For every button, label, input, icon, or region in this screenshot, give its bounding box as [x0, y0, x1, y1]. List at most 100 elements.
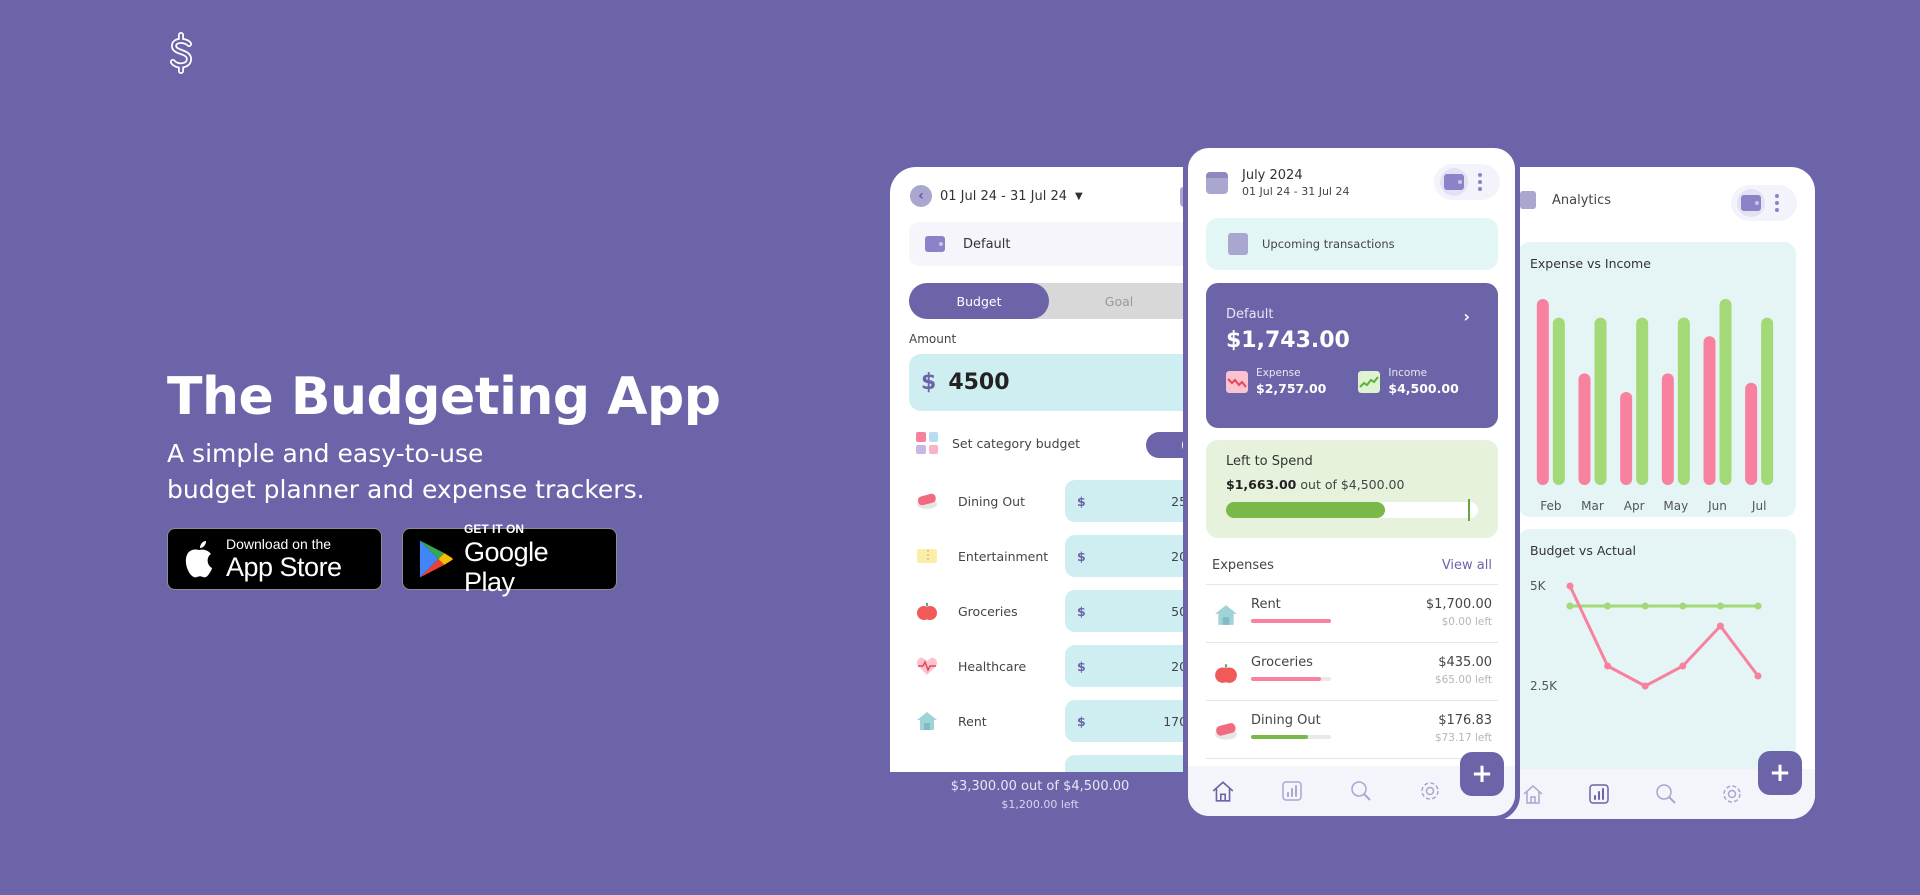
hero-subtitle: A simple and easy-to-use budget planner … [167, 436, 720, 508]
search-icon[interactable] [1654, 782, 1678, 806]
income-value: $4,500.00 [1388, 381, 1459, 396]
point-actual-apr [1641, 682, 1649, 690]
category-row: Groceries $500 [916, 590, 1190, 632]
income-summary: Income $4,500.00 [1358, 367, 1459, 396]
analytics-icon[interactable] [1280, 779, 1304, 803]
wallet-selector[interactable]: Default [909, 222, 1190, 266]
category-name: Dining Out [958, 493, 1025, 509]
category-grid-icon [916, 432, 938, 454]
dining-icon [917, 493, 937, 509]
add-button[interactable]: + [1460, 752, 1504, 796]
expense-progress-fill [1251, 677, 1321, 681]
income-trend-icon [1358, 370, 1381, 393]
category-amount-input[interactable]: $1700 [1065, 700, 1190, 742]
ticket-icon [917, 549, 937, 563]
expense-row[interactable]: Rent $1,700.00 $0.00 left [1206, 584, 1498, 642]
upcoming-label: Upcoming transactions [1262, 237, 1395, 251]
point-budget-feb [1566, 602, 1574, 610]
expense-vs-income-chart: Feb Mar Apr May Jun Jul [1536, 299, 1774, 513]
wallet-button[interactable] [1737, 189, 1765, 217]
back-chevron-icon[interactable]: ‹ [910, 185, 932, 207]
point-budget-may [1679, 602, 1687, 610]
hero: The Budgeting App A simple and easy-to-u… [167, 366, 721, 597]
wallet-summary-card[interactable]: Default $1,743.00 › Expense $2,757.00 In… [1206, 283, 1498, 428]
apple-icon [1215, 664, 1237, 683]
x-tick-label: May [1663, 499, 1688, 513]
heart-pulse-icon [916, 657, 938, 675]
point-actual-mar [1604, 662, 1612, 670]
bar-income-apr [1636, 317, 1649, 485]
home-icon[interactable] [1211, 779, 1235, 803]
bar-income-jul [1761, 317, 1774, 485]
bar-expense-jul [1745, 382, 1758, 485]
wallet-icon [925, 236, 945, 252]
date-range-selector[interactable]: ‹ 01 Jul 24 - 31 Jul 24 ▼ [910, 185, 1083, 207]
left-to-spend-card: Left to Spend $1,663.00 out of $4,500.00 [1206, 440, 1498, 538]
left-to-spend-progress [1226, 499, 1478, 521]
category-name: Healthcare [958, 658, 1027, 674]
category-row: Dining Out $250 [916, 480, 1190, 522]
category-amount-input[interactable]: $200 [1065, 645, 1190, 687]
x-tick-label: Feb [1540, 499, 1561, 513]
expense-row[interactable]: Dining Out $176.83 $73.17 left [1206, 700, 1498, 758]
category-amount-input[interactable]: $250 [1065, 480, 1190, 522]
analytics-screen: Analytics Expense vs Income Feb Mar Apr May… [1500, 167, 1815, 819]
amount-input[interactable]: $ 4500 [909, 354, 1190, 411]
chevron-right-icon[interactable]: › [1463, 307, 1470, 326]
bar-income-mar [1594, 317, 1607, 485]
bar-expense-may [1661, 373, 1674, 485]
wallet-button[interactable] [1440, 168, 1468, 196]
tab-budget[interactable]: Budget [909, 283, 1049, 319]
point-actual-jun [1716, 622, 1724, 630]
home-icon[interactable] [1521, 782, 1545, 806]
app-store-button[interactable]: Download on the App Store [167, 528, 382, 590]
settings-icon[interactable] [1720, 782, 1744, 806]
progress-fill [1226, 502, 1385, 518]
search-icon[interactable] [1349, 779, 1373, 803]
category-amount-input[interactable]: $200 [1065, 535, 1190, 577]
dining-icon [1215, 723, 1237, 740]
expense-name: Rent [1251, 597, 1281, 612]
date-range-text: 01 Jul 24 - 31 Jul 24 [1242, 185, 1350, 198]
bar-income-jun [1719, 299, 1732, 485]
analytics-icon[interactable] [1587, 782, 1611, 806]
period-header[interactable]: July 2024 01 Jul 24 - 31 Jul 24 [1206, 168, 1349, 198]
point-budget-apr [1641, 602, 1649, 610]
category-amount-input[interactable] [1065, 755, 1190, 772]
settings-icon[interactable] [1418, 779, 1442, 803]
category-budget-row: Set category budget [916, 432, 1080, 454]
expense-progress-fill [1251, 619, 1331, 623]
expense-trend-icon [1226, 370, 1248, 393]
month-title: July 2024 [1242, 168, 1303, 183]
expense-row[interactable]: Groceries $435.00 $65.00 left [1206, 642, 1498, 700]
more-options-icon[interactable] [1775, 194, 1779, 212]
currency-symbol: $ [1077, 548, 1086, 564]
view-all-link[interactable]: View all [1442, 558, 1492, 573]
home-screen: July 2024 01 Jul 24 - 31 Jul 24 Upcoming… [1183, 143, 1520, 821]
chevron-down-icon: ▼ [1075, 190, 1083, 202]
category-name: Rent [958, 713, 987, 729]
add-button[interactable]: + [1758, 751, 1802, 795]
bar-expense-apr [1620, 392, 1633, 485]
amount-value: 4500 [948, 370, 1010, 395]
currency-symbol: $ [1077, 603, 1086, 619]
header-actions [1434, 164, 1500, 200]
category-amount-input[interactable]: $500 [1065, 590, 1190, 632]
expense-value: $2,757.00 [1256, 381, 1327, 396]
analytics-title: Analytics [1552, 192, 1612, 208]
line-actual [1568, 585, 1760, 688]
analytics-icon [1520, 191, 1536, 209]
expense-name: Groceries [1251, 655, 1313, 670]
google-play-button[interactable]: GET IT ON Google Play [402, 522, 617, 597]
more-options-icon[interactable] [1478, 173, 1482, 191]
upcoming-transactions-button[interactable]: Upcoming transactions [1206, 218, 1498, 270]
apple-logo-icon [185, 541, 212, 578]
budget-goal-segmented-control: Budget Goal [909, 283, 1190, 319]
hero-title: The Budgeting App [167, 367, 721, 427]
wallet-icon [1444, 174, 1464, 190]
expense-amount: $176.83 [1438, 713, 1492, 728]
tab-goal[interactable]: Goal [1049, 283, 1189, 319]
app-store-small-text: Download on the [226, 536, 332, 552]
budget-summary-footer: $3,300.00 out of $4,500.00 $1,200.00 lef… [890, 772, 1190, 832]
budget-screen: ‹ 01 Jul 24 - 31 Jul 24 ▼ Default Budget… [890, 167, 1190, 772]
